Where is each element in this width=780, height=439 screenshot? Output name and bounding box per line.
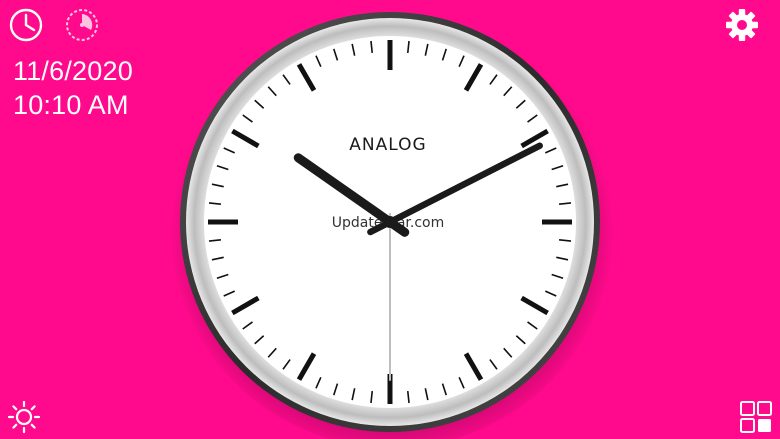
- date-time-display: 11/6/2020 10:10 AM: [13, 55, 133, 123]
- analog-clock: ANALOG UpdateStar.com: [166, 0, 618, 439]
- timer-icon[interactable]: [64, 7, 100, 43]
- center-cap: [384, 216, 396, 228]
- brightness-icon[interactable]: [6, 399, 42, 435]
- clock-label: ANALOG: [349, 135, 426, 155]
- clock-face-svg: ANALOG UpdateStar.com: [170, 4, 614, 439]
- clock-icon[interactable]: [8, 7, 44, 43]
- date-text: 11/6/2020: [13, 56, 133, 86]
- grid-icon[interactable]: [738, 399, 774, 435]
- gear-icon[interactable]: [724, 7, 760, 43]
- mode-switcher: [8, 7, 100, 43]
- time-text: 10:10 AM: [13, 89, 129, 120]
